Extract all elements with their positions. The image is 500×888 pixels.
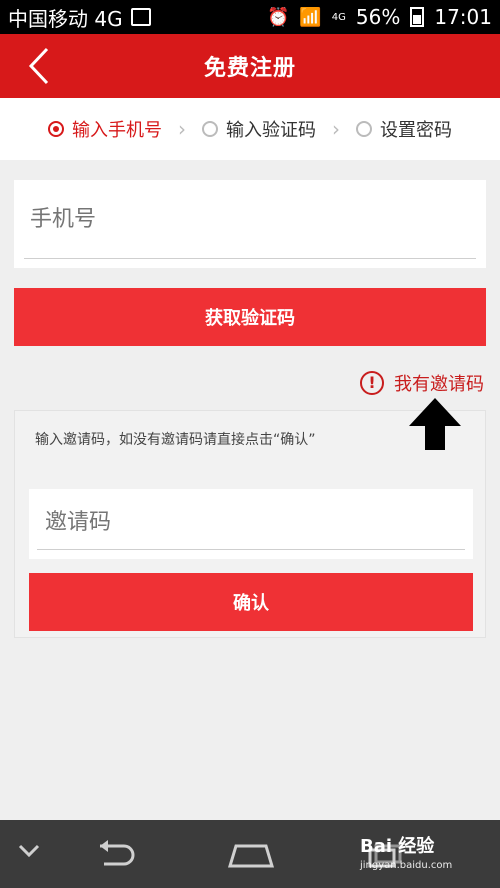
step-label: 设置密码 [380,120,452,141]
chevron-left-icon [28,47,49,85]
battery-percent: 56% [355,5,401,29]
app-bar: 免费注册 [0,34,500,98]
invite-toggle-label: 我有邀请码 [394,374,484,395]
exclamation-icon: ! [360,371,384,395]
status-left: 中国移动 4G [8,3,151,32]
back-nav-icon[interactable] [88,838,138,868]
invite-code-input[interactable] [39,499,461,545]
carrier-text: 中国移动 4G [8,6,123,31]
alarm-icon: ⏰ [266,6,290,28]
image-icon [130,8,151,26]
step-set-password: 设置密码 [356,116,452,142]
wifi-icon: 📶 [299,6,322,28]
status-right: ⏰ 📶 4G 56% 17:01 [267,5,492,29]
input-underline [24,258,476,259]
chevron-down-icon[interactable] [18,844,40,858]
get-code-button[interactable]: 获取验证码 [14,288,486,346]
invite-field-container [29,489,473,559]
step-enter-phone: 输入手机号 [48,116,162,142]
invite-toggle[interactable]: ! 我有邀请码 [360,370,484,396]
chevron-right-icon: › [178,117,186,141]
input-underline [37,549,465,550]
phone-field-container [14,180,486,268]
watermark-subtext: jingyan.baidu.com [360,860,453,871]
step-label: 输入手机号 [72,120,162,141]
invite-hint: 输入邀请码，如没有邀请码请直接点击“确认” [35,432,316,448]
step-indicator: 输入手机号 › 输入验证码 › 设置密码 [0,98,500,160]
home-nav-icon[interactable] [224,840,278,868]
time-text: 17:01 [434,5,492,29]
confirm-button[interactable]: 确认 [29,573,473,631]
back-button[interactable] [18,46,58,86]
radio-active-icon [48,121,64,137]
up-arrow-icon [409,398,461,450]
radio-inactive-icon [356,121,372,137]
step-enter-code: 输入验证码 [202,116,316,142]
step-label: 输入验证码 [226,120,316,141]
mobile-data-text: 4G [331,11,346,23]
watermark-text: Bai 经验 [360,836,435,857]
chevron-right-icon: › [332,117,340,141]
page-title: 免费注册 [203,56,296,81]
watermark-logo: Bai 经验 jingyan.baidu.com [360,832,452,871]
status-bar: 中国移动 4G ⏰ 📶 4G 56% 17:01 [0,0,500,34]
phone-input[interactable] [24,194,482,244]
battery-icon [410,7,425,27]
radio-inactive-icon [202,121,218,137]
